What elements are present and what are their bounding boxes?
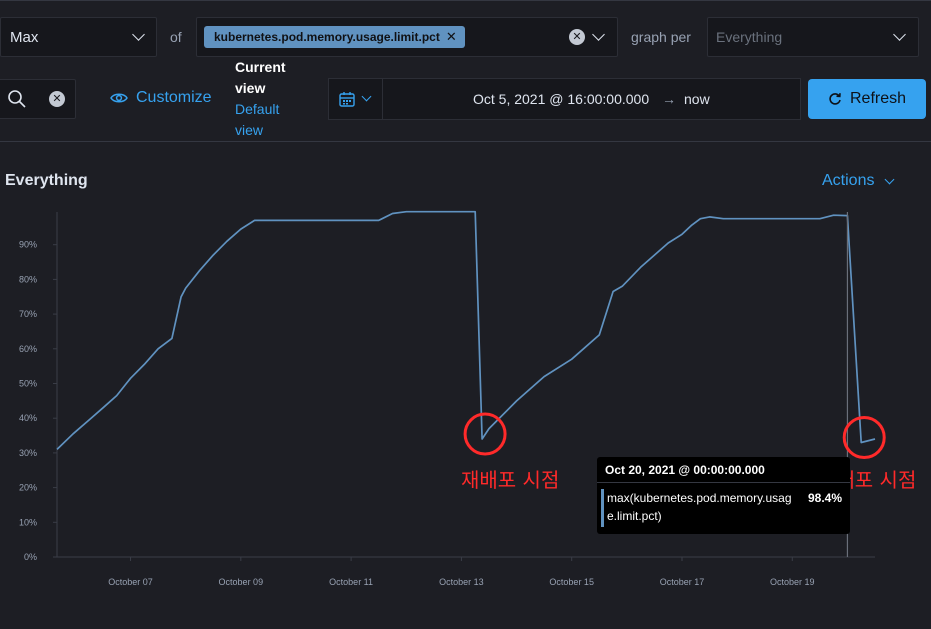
- y-tick-label: 50%: [19, 379, 37, 389]
- date-start[interactable]: Oct 5, 2021 @ 16:00:00.000: [473, 91, 649, 107]
- y-tick-label: 70%: [19, 309, 37, 319]
- group-by-select[interactable]: Everything: [707, 17, 919, 57]
- x-tick-label: October 07: [108, 577, 153, 587]
- default-view-link[interactable]: Default view: [235, 99, 305, 141]
- y-tick-label: 20%: [19, 483, 37, 493]
- y-tick-label: 40%: [19, 413, 37, 423]
- y-tick-label: 80%: [19, 274, 37, 284]
- date-quick-menu[interactable]: [329, 79, 383, 119]
- redeploy-marker-circle: [463, 412, 507, 456]
- search-clear-icon[interactable]: ✕: [49, 91, 65, 107]
- x-tick-label: October 17: [660, 577, 705, 587]
- calendar-icon: [339, 92, 355, 107]
- chevron-down-icon: [893, 28, 906, 41]
- refresh-button[interactable]: Refresh: [808, 79, 926, 119]
- current-view-label: Current view: [235, 59, 286, 96]
- refresh-icon: [829, 93, 841, 105]
- divider-top: [0, 0, 931, 1]
- actions-menu[interactable]: Actions: [822, 172, 895, 190]
- metric-pill[interactable]: kubernetes.pod.memory.usage.limit.pct ✕: [204, 26, 465, 48]
- redeploy-marker-circle: [842, 415, 886, 459]
- chevron-down-icon: [132, 28, 145, 41]
- refresh-label: Refresh: [849, 90, 907, 107]
- panel-title: Everything: [5, 172, 88, 189]
- chart-tooltip: Oct 20, 2021 @ 00:00:00.000 max(kubernet…: [597, 457, 850, 534]
- y-tick-label: 10%: [19, 517, 37, 527]
- y-tick-label: 90%: [19, 240, 37, 250]
- y-tick-label: 60%: [19, 344, 37, 354]
- pill-remove-icon[interactable]: ✕: [446, 29, 457, 45]
- customize-label: Customize: [136, 89, 212, 106]
- chevron-down-icon: [361, 91, 372, 102]
- x-tick-label: October 15: [549, 577, 594, 587]
- chevron-down-icon[interactable]: [592, 28, 605, 41]
- series-line: [56, 210, 876, 451]
- customize-button[interactable]: Customize: [110, 89, 212, 107]
- eye-icon: [110, 93, 128, 103]
- search-field[interactable]: ✕: [0, 79, 76, 119]
- graph-per-label: graph per: [631, 29, 691, 45]
- clear-icon[interactable]: ✕: [569, 29, 585, 45]
- x-tick-label: October 11: [329, 577, 373, 587]
- actions-label: Actions: [822, 172, 875, 189]
- aggregation-value: Max: [10, 28, 39, 46]
- view-selector: Current view Default view: [235, 57, 305, 141]
- tooltip-time: Oct 20, 2021 @ 00:00:00.000: [597, 457, 850, 483]
- x-tick-label: October 09: [219, 577, 264, 587]
- group-by-placeholder: Everything: [716, 29, 783, 45]
- tooltip-series-value: 98.4%: [807, 491, 842, 505]
- x-tick-label: October 19: [770, 577, 815, 587]
- y-tick-label: 30%: [19, 448, 37, 458]
- x-tick-label: October 13: [439, 577, 484, 587]
- chevron-down-icon: [885, 174, 895, 184]
- redeploy-annotation-label: 재배포 시점: [461, 468, 560, 492]
- date-picker: Oct 5, 2021 @ 16:00:00.000 → now: [328, 78, 801, 120]
- divider-bottom: [0, 141, 931, 142]
- aggregation-select[interactable]: Max: [0, 17, 157, 57]
- y-tick-label: 0%: [24, 552, 37, 562]
- metric-combobox[interactable]: kubernetes.pod.memory.usage.limit.pct ✕ …: [196, 17, 618, 57]
- tooltip-series-swatch: [601, 489, 604, 527]
- metric-pill-label: kubernetes.pod.memory.usage.limit.pct: [214, 30, 440, 44]
- of-label: of: [170, 29, 182, 45]
- search-icon: [8, 90, 26, 108]
- date-arrow-icon: →: [662, 91, 676, 107]
- date-end[interactable]: now: [684, 91, 710, 107]
- tooltip-series-name: max(kubernetes.pod.memory.usage.limit.pc…: [607, 491, 792, 523]
